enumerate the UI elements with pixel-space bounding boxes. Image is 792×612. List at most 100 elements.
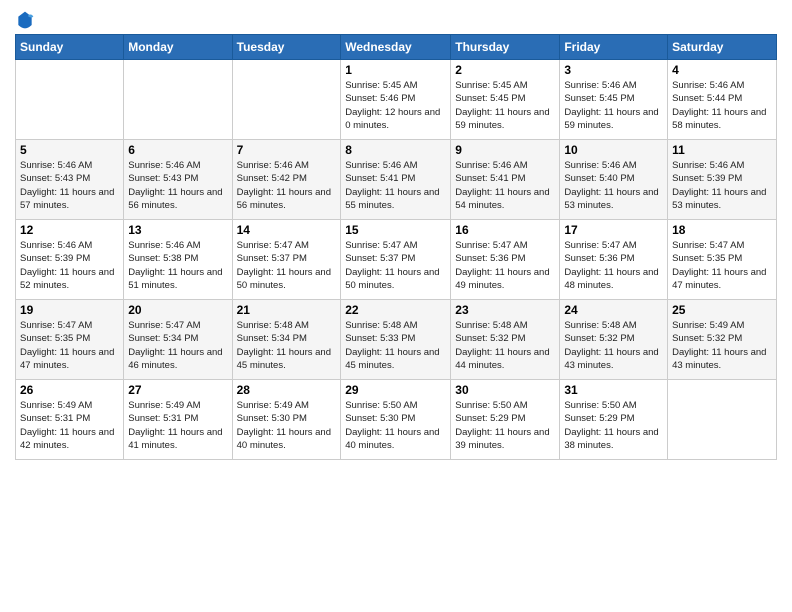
calendar-cell: 8 Sunrise: 5:46 AM Sunset: 5:41 PM Daylig… [341, 140, 451, 220]
day-number: 2 [455, 63, 555, 77]
calendar-cell: 24 Sunrise: 5:48 AM Sunset: 5:32 PM Dayli… [560, 300, 668, 380]
calendar-cell: 23 Sunrise: 5:48 AM Sunset: 5:32 PM Dayli… [451, 300, 560, 380]
calendar-cell: 7Sunrise: 5:46 AM Sunset: 5:42 PM Daylig… [232, 140, 341, 220]
day-info: Sunrise: 5:47 AM Sunset: 5:37 PM Dayligh… [237, 239, 337, 292]
day-info: Sunrise: 5:47 AM Sunset: 5:35 PM Dayligh… [20, 319, 119, 372]
calendar-week-1: 1 Sunrise: 5:45 AM Sunset: 5:46 PM Daylig… [16, 60, 777, 140]
day-info: Sunrise: 5:46 AM Sunset: 5:41 PM Dayligh… [345, 159, 446, 212]
calendar-cell: 17 Sunrise: 5:47 AM Sunset: 5:36 PM Dayli… [560, 220, 668, 300]
day-info: Sunrise: 5:49 AM Sunset: 5:32 PM Dayligh… [672, 319, 772, 372]
weekday-header-monday: Monday [124, 35, 232, 60]
calendar-cell: 6 Sunrise: 5:46 AM Sunset: 5:43 PM Daylig… [124, 140, 232, 220]
day-info: Sunrise: 5:47 AM Sunset: 5:37 PM Dayligh… [345, 239, 446, 292]
logo-icon [15, 10, 35, 30]
day-number: 9 [455, 143, 555, 157]
day-info: Sunrise: 5:46 AM Sunset: 5:43 PM Dayligh… [20, 159, 119, 212]
calendar-cell [668, 380, 777, 460]
calendar-cell: 5 Sunrise: 5:46 AM Sunset: 5:43 PM Daylig… [16, 140, 124, 220]
day-info: Sunrise: 5:48 AM Sunset: 5:32 PM Dayligh… [564, 319, 663, 372]
day-number: 17 [564, 223, 663, 237]
calendar-cell: 16 Sunrise: 5:47 AM Sunset: 5:36 PM Dayli… [451, 220, 560, 300]
day-number: 13 [128, 223, 227, 237]
calendar-cell: 30 Sunrise: 5:50 AM Sunset: 5:29 PM Dayli… [451, 380, 560, 460]
day-number: 30 [455, 383, 555, 397]
day-info: Sunrise: 5:46 AM Sunset: 5:39 PM Dayligh… [672, 159, 772, 212]
day-number: 12 [20, 223, 119, 237]
day-info: Sunrise: 5:48 AM Sunset: 5:33 PM Dayligh… [345, 319, 446, 372]
calendar-cell: 12 Sunrise: 5:46 AM Sunset: 5:39 PM Dayli… [16, 220, 124, 300]
calendar-cell [16, 60, 124, 140]
day-number: 16 [455, 223, 555, 237]
day-info: Sunrise: 5:48 AM Sunset: 5:34 PM Dayligh… [237, 319, 337, 372]
calendar-cell: 25 Sunrise: 5:49 AM Sunset: 5:32 PM Dayli… [668, 300, 777, 380]
day-info: Sunrise: 5:50 AM Sunset: 5:30 PM Dayligh… [345, 399, 446, 452]
day-number: 3 [564, 63, 663, 77]
calendar-cell: 27 Sunrise: 5:49 AM Sunset: 5:31 PM Dayli… [124, 380, 232, 460]
day-number: 1 [345, 63, 446, 77]
calendar-week-2: 5 Sunrise: 5:46 AM Sunset: 5:43 PM Daylig… [16, 140, 777, 220]
weekday-header-friday: Friday [560, 35, 668, 60]
calendar-cell: 1 Sunrise: 5:45 AM Sunset: 5:46 PM Daylig… [341, 60, 451, 140]
calendar-header: SundayMondayTuesdayWednesdayThursdayFrid… [16, 35, 777, 60]
day-number: 23 [455, 303, 555, 317]
day-number: 31 [564, 383, 663, 397]
calendar-cell: 10 Sunrise: 5:46 AM Sunset: 5:40 PM Dayli… [560, 140, 668, 220]
day-number: 11 [672, 143, 772, 157]
day-number: 25 [672, 303, 772, 317]
calendar-cell [232, 60, 341, 140]
day-number: 19 [20, 303, 119, 317]
calendar-cell: 14 Sunrise: 5:47 AM Sunset: 5:37 PM Dayli… [232, 220, 341, 300]
header [15, 10, 777, 30]
day-info: Sunrise: 5:46 AM Sunset: 5:45 PM Dayligh… [564, 79, 663, 132]
weekday-header-saturday: Saturday [668, 35, 777, 60]
calendar-table: SundayMondayTuesdayWednesdayThursdayFrid… [15, 34, 777, 460]
calendar-cell: 18Sunrise: 5:47 AM Sunset: 5:35 PM Dayli… [668, 220, 777, 300]
calendar-cell: 20 Sunrise: 5:47 AM Sunset: 5:34 PM Dayli… [124, 300, 232, 380]
weekday-header-wednesday: Wednesday [341, 35, 451, 60]
calendar-cell: 11 Sunrise: 5:46 AM Sunset: 5:39 PM Dayli… [668, 140, 777, 220]
calendar-cell: 4 Sunrise: 5:46 AM Sunset: 5:44 PM Daylig… [668, 60, 777, 140]
day-number: 14 [237, 223, 337, 237]
day-number: 10 [564, 143, 663, 157]
calendar-cell [124, 60, 232, 140]
calendar-cell: 28Sunrise: 5:49 AM Sunset: 5:30 PM Dayli… [232, 380, 341, 460]
day-number: 27 [128, 383, 227, 397]
calendar-cell: 3 Sunrise: 5:46 AM Sunset: 5:45 PM Daylig… [560, 60, 668, 140]
day-info: Sunrise: 5:45 AM Sunset: 5:46 PM Dayligh… [345, 79, 446, 132]
day-info: Sunrise: 5:45 AM Sunset: 5:45 PM Dayligh… [455, 79, 555, 132]
day-number: 20 [128, 303, 227, 317]
day-info: Sunrise: 5:46 AM Sunset: 5:39 PM Dayligh… [20, 239, 119, 292]
day-number: 5 [20, 143, 119, 157]
day-info: Sunrise: 5:46 AM Sunset: 5:43 PM Dayligh… [128, 159, 227, 212]
day-info: Sunrise: 5:47 AM Sunset: 5:36 PM Dayligh… [455, 239, 555, 292]
day-number: 18 [672, 223, 772, 237]
calendar-cell: 26Sunrise: 5:49 AM Sunset: 5:31 PM Dayli… [16, 380, 124, 460]
weekday-header-thursday: Thursday [451, 35, 560, 60]
day-info: Sunrise: 5:50 AM Sunset: 5:29 PM Dayligh… [564, 399, 663, 452]
logo [15, 10, 37, 30]
calendar-cell: 29Sunrise: 5:50 AM Sunset: 5:30 PM Dayli… [341, 380, 451, 460]
day-info: Sunrise: 5:46 AM Sunset: 5:44 PM Dayligh… [672, 79, 772, 132]
day-info: Sunrise: 5:49 AM Sunset: 5:31 PM Dayligh… [128, 399, 227, 452]
calendar-week-3: 12 Sunrise: 5:46 AM Sunset: 5:39 PM Dayli… [16, 220, 777, 300]
calendar-cell: 31 Sunrise: 5:50 AM Sunset: 5:29 PM Dayli… [560, 380, 668, 460]
calendar-cell: 22Sunrise: 5:48 AM Sunset: 5:33 PM Dayli… [341, 300, 451, 380]
day-info: Sunrise: 5:47 AM Sunset: 5:34 PM Dayligh… [128, 319, 227, 372]
day-info: Sunrise: 5:46 AM Sunset: 5:38 PM Dayligh… [128, 239, 227, 292]
calendar-cell: 9 Sunrise: 5:46 AM Sunset: 5:41 PM Daylig… [451, 140, 560, 220]
day-number: 6 [128, 143, 227, 157]
calendar-cell: 19 Sunrise: 5:47 AM Sunset: 5:35 PM Dayli… [16, 300, 124, 380]
day-info: Sunrise: 5:46 AM Sunset: 5:40 PM Dayligh… [564, 159, 663, 212]
day-info: Sunrise: 5:48 AM Sunset: 5:32 PM Dayligh… [455, 319, 555, 372]
calendar-cell: 21Sunrise: 5:48 AM Sunset: 5:34 PM Dayli… [232, 300, 341, 380]
day-info: Sunrise: 5:47 AM Sunset: 5:36 PM Dayligh… [564, 239, 663, 292]
day-number: 4 [672, 63, 772, 77]
day-info: Sunrise: 5:49 AM Sunset: 5:30 PM Dayligh… [237, 399, 337, 452]
calendar-body: 1 Sunrise: 5:45 AM Sunset: 5:46 PM Daylig… [16, 60, 777, 460]
day-number: 8 [345, 143, 446, 157]
calendar-cell: 2 Sunrise: 5:45 AM Sunset: 5:45 PM Daylig… [451, 60, 560, 140]
calendar-week-4: 19 Sunrise: 5:47 AM Sunset: 5:35 PM Dayli… [16, 300, 777, 380]
day-info: Sunrise: 5:50 AM Sunset: 5:29 PM Dayligh… [455, 399, 555, 452]
day-info: Sunrise: 5:46 AM Sunset: 5:41 PM Dayligh… [455, 159, 555, 212]
day-number: 24 [564, 303, 663, 317]
